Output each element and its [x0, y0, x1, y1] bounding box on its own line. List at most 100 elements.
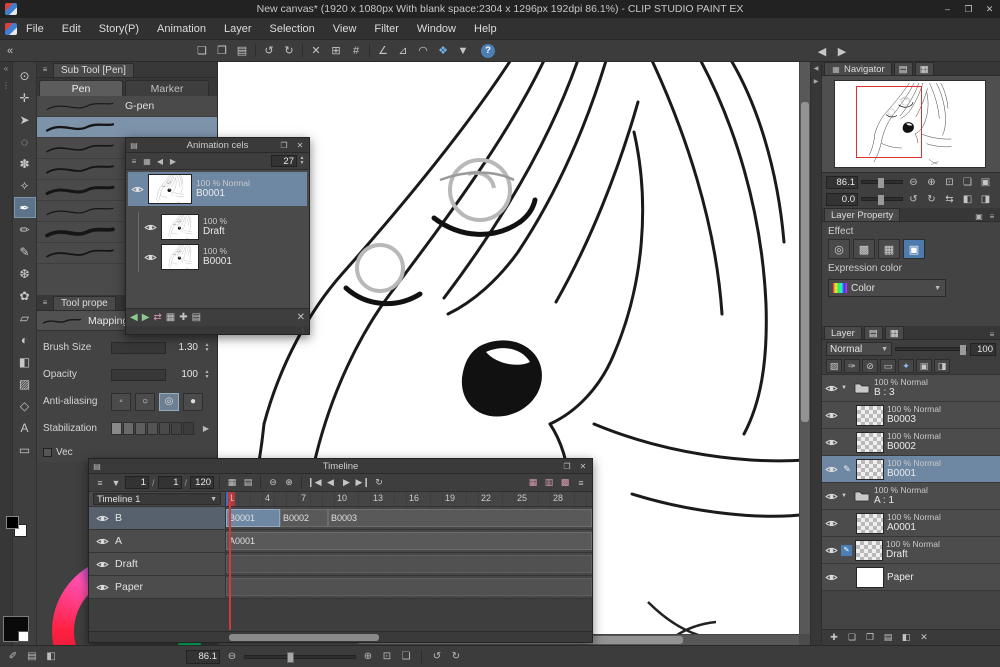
visibility-eye-icon[interactable]: [824, 573, 838, 582]
prev-frame-icon[interactable]: ◀: [324, 475, 338, 490]
actual-size-icon[interactable]: ❏: [960, 176, 975, 189]
tool-text[interactable]: A: [14, 417, 36, 438]
vscroll-thumb[interactable]: [801, 102, 809, 422]
dock-collapse-right-icon[interactable]: ▶: [832, 41, 852, 61]
anti-aliasing-none-button[interactable]: ◦: [111, 393, 131, 411]
tool-zoom[interactable]: ⊙: [14, 65, 36, 86]
visibility-eye-icon[interactable]: [824, 438, 838, 447]
tool-eyedropper[interactable]: ✧: [14, 175, 36, 196]
track-eye-icon[interactable]: [95, 537, 109, 546]
flip-horizontal-icon[interactable]: ◧: [960, 193, 975, 206]
expand-triangle-icon[interactable]: ▼: [841, 493, 850, 499]
layer-thumbnail[interactable]: [856, 459, 884, 480]
status-zoom-slider[interactable]: [244, 655, 356, 659]
transform-icon[interactable]: ⊞: [326, 41, 346, 61]
visibility-eye-icon[interactable]: [130, 185, 144, 194]
tool-fill[interactable]: ◧: [14, 351, 36, 372]
visibility-eye-icon[interactable]: [824, 546, 838, 555]
reset-rotation-icon[interactable]: ⇆: [942, 193, 957, 206]
layer-thumbnail[interactable]: [856, 432, 884, 453]
collapse-left-icon[interactable]: «: [0, 41, 20, 61]
cel-row-draft[interactable]: 100 % Draft: [141, 212, 307, 242]
menu-layer[interactable]: Layer: [215, 21, 261, 37]
go-first-frame-icon[interactable]: ❙◀: [307, 475, 321, 490]
enable-onion-icon[interactable]: ▦: [526, 475, 540, 490]
fit-screen-icon[interactable]: ⊡: [942, 176, 957, 189]
cel-grid-icon[interactable]: ▦: [166, 312, 175, 323]
zoom-in-icon[interactable]: ⊕: [924, 176, 939, 189]
transparent-color-swatch[interactable]: [18, 631, 29, 642]
strip-grip-icon[interactable]: ⋮: [2, 81, 10, 90]
onion-next-icon[interactable]: ▩: [558, 475, 572, 490]
menu-view[interactable]: View: [324, 21, 366, 37]
cel-row-selected[interactable]: 100 % Normal B0001: [128, 172, 307, 206]
maximize-button[interactable]: ❐: [958, 0, 979, 18]
paint-droplet-icon[interactable]: ❖: [433, 41, 453, 61]
menu-selection[interactable]: Selection: [261, 21, 324, 37]
expand-triangle-icon[interactable]: ▼: [841, 385, 850, 391]
track-lane-a[interactable]: A0001: [226, 530, 592, 552]
prev-cel-icon[interactable]: ◀: [130, 312, 138, 323]
flyout-icon[interactable]: ▼: [453, 41, 473, 61]
dock-strip-right-icon[interactable]: ▶: [814, 78, 819, 85]
swap-cels-icon[interactable]: ⇄: [153, 312, 161, 323]
timeline-titlebar[interactable]: ▤ Timeline ❐ ✕: [89, 459, 592, 474]
visibility-eye-icon[interactable]: [824, 519, 838, 528]
redo-icon[interactable]: ↻: [279, 41, 299, 61]
layer-opacity-slider[interactable]: [895, 347, 967, 351]
visibility-eye-icon[interactable]: [824, 492, 838, 501]
tab-subview-icon[interactable]: ▤: [894, 62, 913, 75]
stabilization-selector[interactable]: [111, 422, 197, 435]
cels-prev-icon[interactable]: ◀: [155, 157, 165, 166]
snap-angle-icon[interactable]: ⊿: [393, 41, 413, 61]
tab-information-icon[interactable]: ▦: [915, 62, 934, 75]
tab-layer-property[interactable]: Layer Property: [824, 208, 900, 221]
tab-layer-comp-icon[interactable]: ▦: [885, 326, 904, 339]
subtool-header[interactable]: ≡ Sub Tool [Pen]: [37, 62, 217, 78]
track-eye-icon[interactable]: [95, 583, 109, 592]
layer-thumbnail[interactable]: [855, 540, 883, 561]
status-actual-size-icon[interactable]: ❏: [399, 651, 413, 662]
clip-b0001[interactable]: B0001: [226, 509, 280, 527]
layer-thumbnail[interactable]: [856, 405, 884, 426]
tab-layer[interactable]: Layer: [824, 326, 862, 339]
register-cel-icon[interactable]: ▤: [192, 312, 201, 323]
snap-ruler-icon[interactable]: ∠: [373, 41, 393, 61]
layer-row-folder-a[interactable]: ▼ 100 % Normal A : 1: [822, 483, 1000, 510]
play-icon[interactable]: ▶: [340, 475, 354, 490]
tool-eraser[interactable]: ▱: [14, 307, 36, 328]
menu-help[interactable]: Help: [465, 21, 506, 37]
grid-icon[interactable]: #: [346, 41, 366, 61]
current-color-swatch[interactable]: [3, 616, 29, 642]
collapse-strip-icon[interactable]: «: [4, 64, 8, 73]
layer-row-paper[interactable]: Paper: [822, 564, 1000, 591]
cel-thumbnail[interactable]: [161, 214, 199, 240]
open-icon[interactable]: ❐: [212, 41, 232, 61]
mask-icon[interactable]: ⊘: [862, 359, 878, 373]
tool-auto-select[interactable]: ✽: [14, 153, 36, 174]
layer-opacity-value[interactable]: 100: [970, 343, 996, 356]
main-sub-color-swatch[interactable]: [6, 516, 28, 538]
panel-resize-grip[interactable]: ⋮: [126, 326, 309, 334]
timeline-hscrollbar[interactable]: [89, 631, 592, 642]
loop-play-icon[interactable]: ↻: [372, 475, 386, 490]
cel-thumbnail[interactable]: [148, 174, 192, 204]
panel-menu-icon[interactable]: ≡: [40, 65, 50, 74]
subtool-item-selected[interactable]: [37, 117, 217, 138]
save-icon[interactable]: ▤: [232, 41, 252, 61]
tool-brush[interactable]: ✎: [14, 241, 36, 262]
layer-color-icon[interactable]: ▣: [903, 239, 925, 259]
undo-icon[interactable]: ↺: [259, 41, 279, 61]
delete-layer-icon[interactable]: ✕: [917, 632, 931, 643]
rotate-ccw-icon[interactable]: ↺: [906, 193, 921, 206]
clip-draft[interactable]: [226, 555, 592, 573]
stepper-down-icon[interactable]: ▼: [298, 161, 306, 166]
clip-to-below-icon[interactable]: ▣: [916, 359, 932, 373]
cel-row-b0001[interactable]: 100 % B0001: [141, 242, 307, 272]
rotation-value[interactable]: 0.0: [826, 193, 858, 206]
layer-row-b0001-selected[interactable]: ✎ 100 % Normal B0001: [822, 456, 1000, 483]
navigator-preview[interactable]: [822, 76, 1000, 172]
timeline-options-icon[interactable]: ≡: [574, 475, 588, 490]
visibility-eye-icon[interactable]: [824, 411, 838, 420]
tool-object[interactable]: ➤: [14, 109, 36, 130]
